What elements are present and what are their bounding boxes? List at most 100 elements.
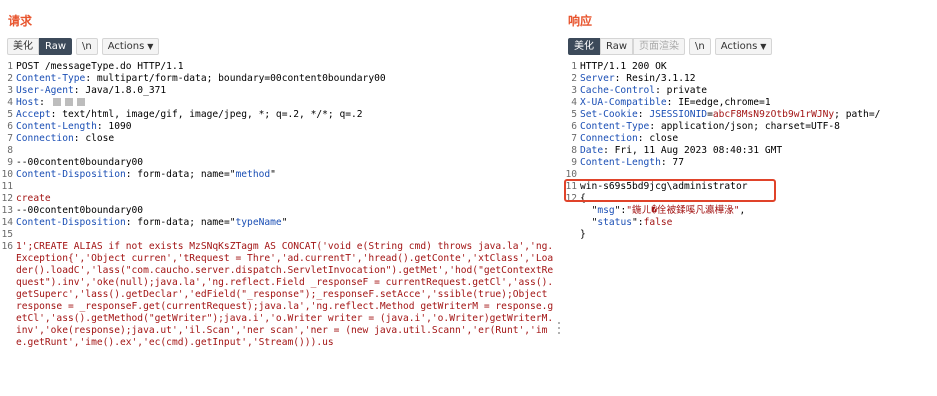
response-toolbar: 美化 Raw 页面渲染 \n Actions ▼ [568,37,773,55]
request-editor[interactable]: 1 POST /messageType.do HTTP/1.1 2 Content-T… [0,61,556,349]
line-number: 3 [7,85,13,96]
raw-button[interactable]: Raw [39,37,73,55]
newline-toggle-button[interactable]: \n [689,37,711,55]
code-line: 6 Content-Length: 1090 [0,121,556,133]
line-number: 4 [571,97,577,108]
code-token: msg [597,205,615,216]
line-text: Set-Cookie: JSESSIONID=abcF8MsN9zOtb9w1r… [580,109,880,121]
code-token: method [235,169,271,180]
code-token: : IE=edge,chrome=1 [666,97,771,108]
line-text: Content-Length: 1090 [16,121,132,133]
code-token: "鍦ㄦ�佺被鍒嗘凡瀛樺湪" [626,205,740,216]
line-text: Host: [16,97,87,109]
code-token: User-Agent [16,85,74,96]
code-token: : Resin/3.1.12 [614,73,696,84]
code-token: " [580,205,598,216]
code-token: status [597,217,632,228]
line-text: --00content0boundary00 [16,205,143,217]
code-line: 9 Content-Length: 77 [563,157,937,169]
line-number: 8 [571,145,577,156]
line-number: 10 [1,169,13,180]
code-line: 5 Set-Cookie: JSESSIONID=abcF8MsN9zOtb9w1… [563,109,937,121]
code-token: Content-Length [16,121,97,132]
code-token: : text/html, image/gif, image/jpeg, *; q… [50,109,363,120]
render-button[interactable]: 页面渲染 [633,37,686,55]
line-number: 9 [571,157,577,168]
code-token: : Fri, 11 Aug 2023 08:40:31 GMT [603,145,783,156]
code-token: : close [73,133,115,144]
line-number [563,229,580,241]
code-token: : form-data; name=" [125,169,236,180]
raw-button[interactable]: Raw [600,37,634,55]
response-editor[interactable]: 1 HTTP/1.1 200 OK 2 Server: Resin/3.1.12 3 Ca… [563,61,937,241]
code-token: Content-Type [580,121,650,132]
code-line: 5 Accept: text/html, image/gif, image/jpe… [0,109,556,121]
code-line: 3 User-Agent: Java/1.8.0_371 [0,85,556,97]
code-token: : multipart/form-data; boundary=00conten… [85,73,386,84]
chevron-down-icon: ▼ [147,41,154,51]
code-token: " [281,217,288,228]
line-text: --00content0boundary00 [16,157,143,169]
line-text: "status":false [580,217,673,229]
code-token: Connection [16,133,74,144]
line-number: 3 [571,85,577,96]
line-text: 1';CREATE ALIAS if not exists MzSNqKsZTa… [16,241,556,349]
code-token: Host [16,97,40,108]
line-text: Content-Type: application/json; charset=… [580,121,840,133]
code-token: } [580,229,586,240]
line-number: 2 [7,73,13,84]
request-pane: 请求 美化 Raw \n Actions ▼ 1 POST /messageTyp… [0,0,556,396]
code-line: 8 [0,145,556,157]
code-line: 13 --00content0boundary00 [0,205,556,217]
code-line: 7 Connection: close [563,133,937,145]
code-token: Date [580,145,604,156]
line-number: 12 [1,193,13,204]
line-text: Connection: close [580,133,678,145]
code-line: 6 Content-Type: application/json; charset… [563,121,937,133]
code-line: 2 Server: Resin/3.1.12 [563,73,937,85]
line-number: 2 [571,73,577,84]
code-token: , [739,205,746,216]
code-token: " [270,169,276,180]
line-text: X-UA-Compatible: IE=edge,chrome=1 [580,97,771,109]
redacted-block [52,98,61,106]
code-token: : form-data; name=" [125,217,236,228]
line-number: 4 [7,97,13,108]
code-line: 2 Content-Type: multipart/form-data; boun… [0,73,556,85]
actions-dropdown[interactable]: Actions ▼ [714,37,773,55]
line-text: POST /messageType.do HTTP/1.1 [16,61,184,73]
line-text: Content-Type: multipart/form-data; bound… [16,73,386,85]
code-token: : [637,109,650,120]
line-number: 1 [571,61,577,72]
pretty-button[interactable]: 美化 [568,37,600,55]
pretty-button[interactable]: 美化 [7,37,39,55]
code-token: Set-Cookie [580,109,638,120]
line-text: Content-Length: 77 [580,157,684,169]
actions-dropdown[interactable]: Actions ▼ [101,37,160,55]
line-number: 6 [7,121,13,132]
line-text: "msg":"鍦ㄦ�佺被鍒嗘凡瀛樺湪", [580,205,746,217]
code-token: Accept [16,109,51,120]
line-number: 1 [7,61,13,72]
code-token: : 1090 [96,121,132,132]
drag-handle-icon[interactable] [558,322,561,338]
code-line: 4 Host: [0,97,556,109]
chevron-down-icon: ▼ [760,41,767,51]
code-line: 7 Connection: close [0,133,556,145]
code-token: create [16,193,51,204]
line-text: create [16,193,51,205]
code-token: --00content0boundary00 [16,205,144,216]
line-text: Connection: close [16,133,114,145]
line-number: 16 [1,241,13,252]
code-line: 15 [0,229,556,241]
line-number: 9 [7,157,13,168]
newline-toggle-button[interactable]: \n [76,37,98,55]
code-line: "status":false [563,217,937,229]
code-token: abcF8MsN9zOtb9w1rWJNy [712,109,835,120]
line-text: Content-Disposition: form-data; name="me… [16,169,276,181]
line-number [563,205,580,217]
line-number: 5 [7,109,13,120]
line-number: 15 [1,229,13,240]
line-text: } [580,229,586,241]
code-line: 10 Content-Disposition: form-data; name="… [0,169,556,181]
